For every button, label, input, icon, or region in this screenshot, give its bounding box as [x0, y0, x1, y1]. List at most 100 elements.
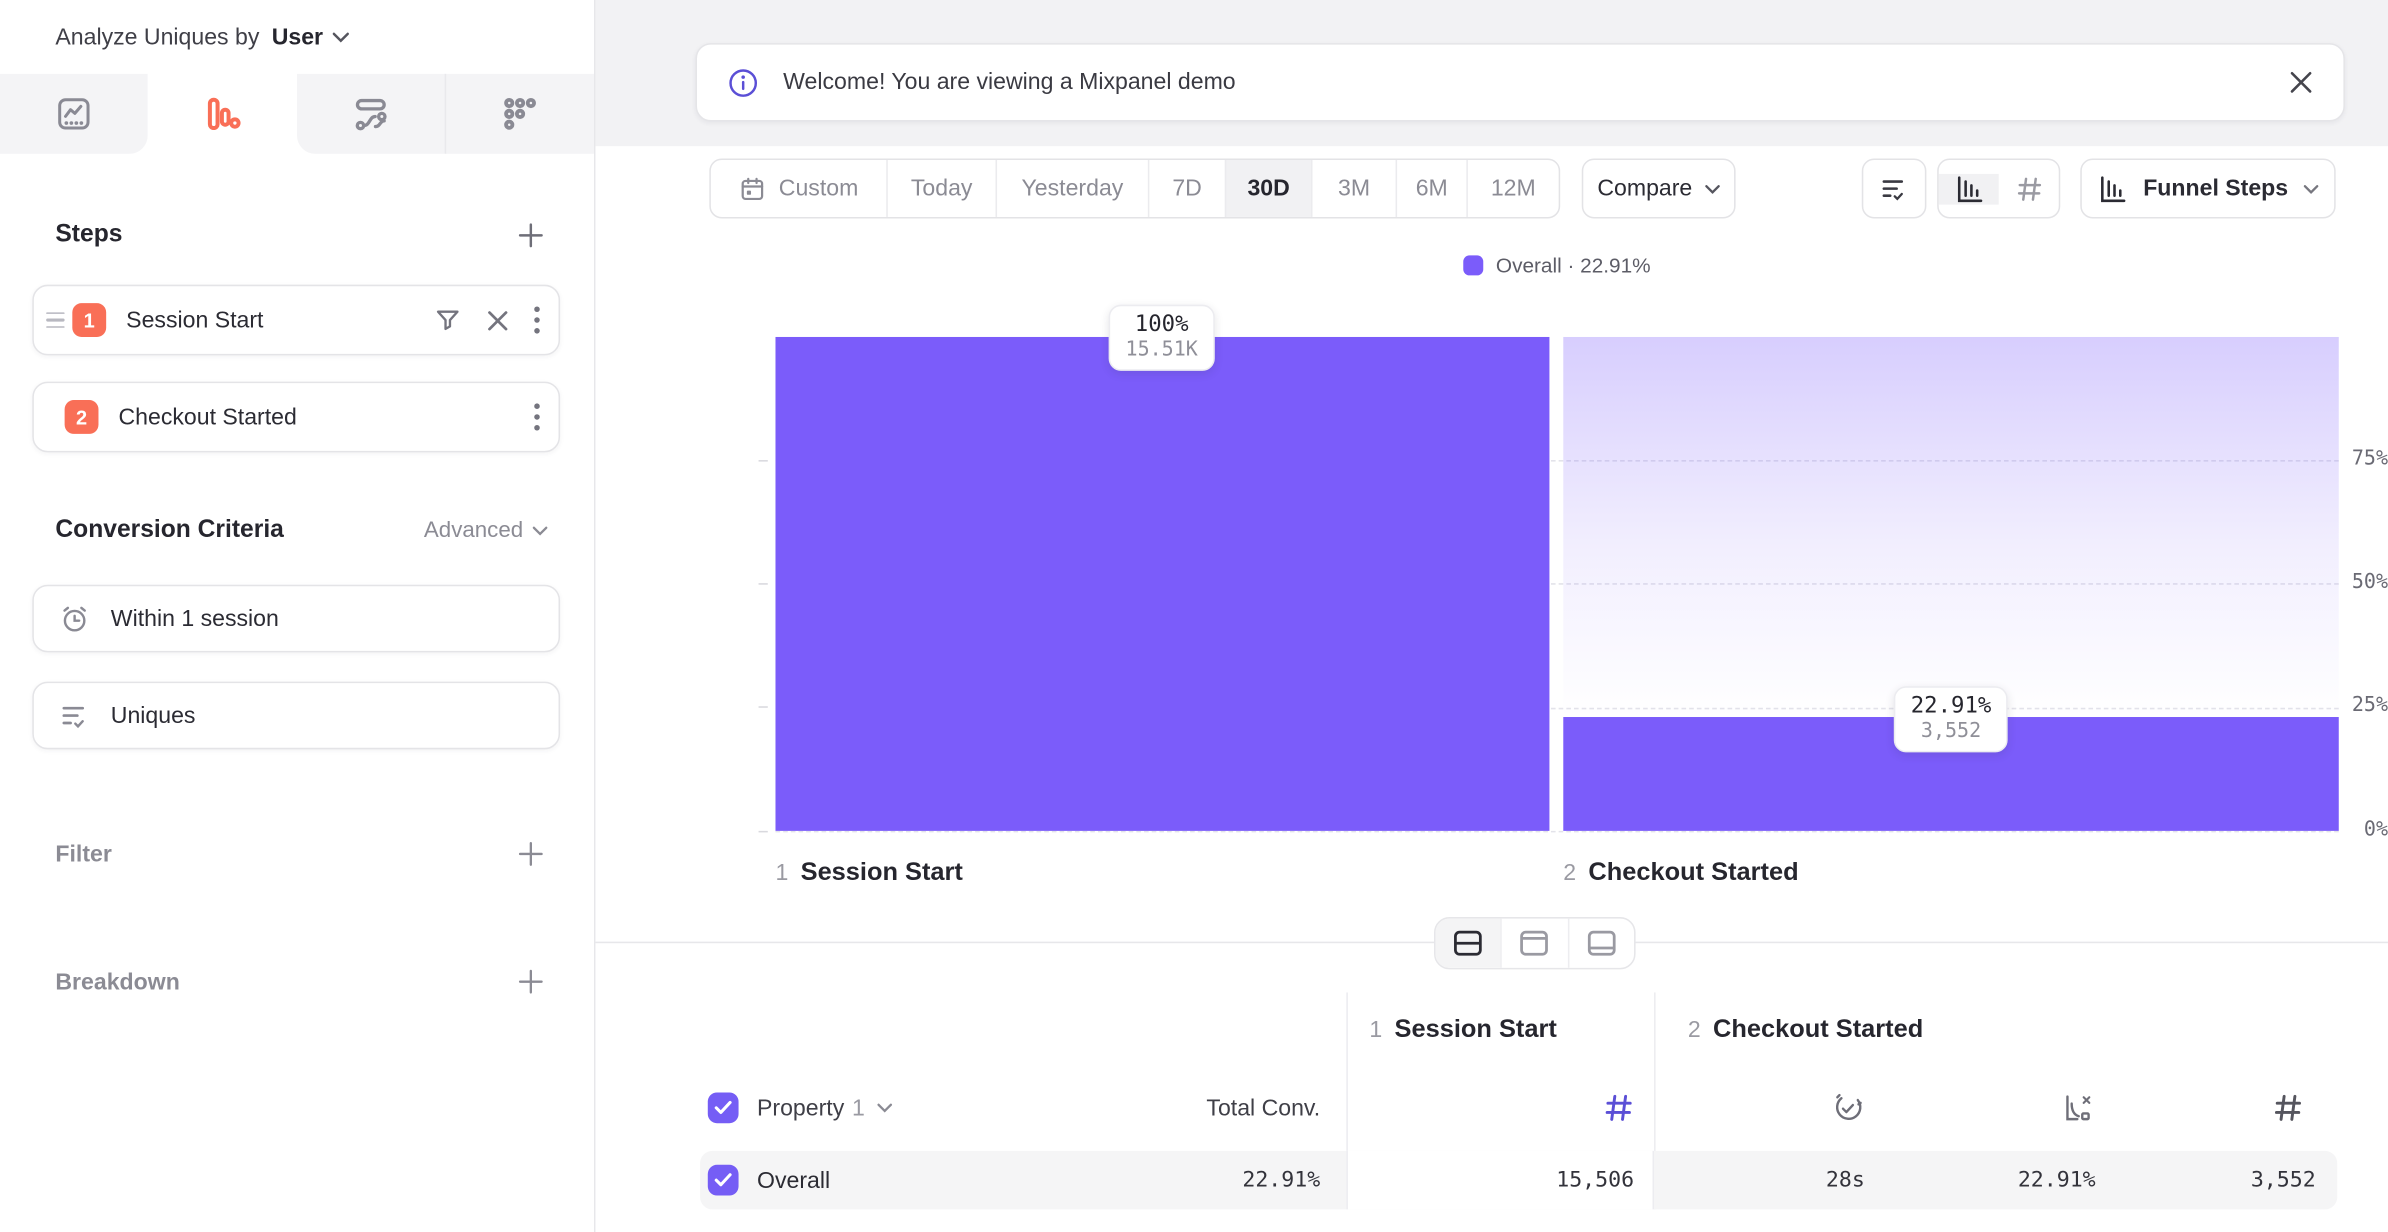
funnel-chart: 100% 15.51K 22.91% 3,552: [775, 337, 2338, 831]
chart-type-dropdown[interactable]: Funnel Steps: [2080, 158, 2335, 218]
step-filter-button[interactable]: [434, 306, 462, 334]
chart-legend[interactable]: Overall · 22.91%: [775, 254, 2338, 277]
step-name: Checkout Started: [1588, 859, 1798, 888]
list-check-icon: [1879, 173, 1910, 204]
step-number-badge: 1: [72, 303, 106, 337]
funnel-bar-step-1[interactable]: [775, 337, 1549, 831]
property-header: Property 1: [708, 1077, 893, 1139]
step-options-kebab-icon[interactable]: [534, 403, 540, 431]
chevron-down-icon[interactable]: [877, 1103, 892, 1112]
split-view-toggle[interactable]: [1436, 919, 1501, 968]
property-label[interactable]: Property: [757, 1095, 844, 1121]
conversion-window-setting[interactable]: Within 1 session: [32, 585, 560, 653]
date-range-yesterday[interactable]: Yesterday: [996, 160, 1148, 217]
step2-time-header[interactable]: [1780, 1077, 1865, 1139]
select-all-checkbox[interactable]: [708, 1092, 739, 1123]
gridline-0: [775, 831, 2338, 833]
date-range-label: Yesterday: [1022, 175, 1124, 201]
advanced-label: Advanced: [424, 519, 523, 544]
analyze-label: Analyze Uniques by: [55, 24, 259, 50]
conversion-criteria-header: Conversion Criteria Advanced: [55, 517, 547, 545]
x-label-step-1: 1 Session Start: [775, 859, 962, 888]
table-group-step-2: 2 Checkout Started: [1688, 1016, 1923, 1045]
funnel-bar-step-2[interactable]: [1563, 337, 2338, 831]
conversion-criteria-title: Conversion Criteria: [55, 517, 283, 545]
step-row-1[interactable]: 1 Session Start: [32, 285, 560, 356]
step2-count-header[interactable]: [2219, 1077, 2304, 1139]
date-range-30d[interactable]: 30D: [1225, 160, 1311, 217]
row-checkbox[interactable]: [708, 1165, 739, 1196]
tab-retention[interactable]: [444, 74, 594, 154]
table-group-step-1: 1 Session Start: [1369, 1016, 1556, 1045]
date-range-7d[interactable]: 7D: [1148, 160, 1225, 217]
chart-only-view-toggle[interactable]: [1501, 919, 1568, 968]
step2-count-value: 3,552: [2251, 1168, 2316, 1193]
total-conv-cell: 22.91%: [1103, 1151, 1320, 1209]
add-step-button[interactable]: [514, 218, 548, 252]
chevron-down-icon: [2304, 184, 2319, 193]
step-2-count: 3,552: [1911, 721, 1992, 744]
step-options-kebab-icon[interactable]: [534, 306, 540, 334]
step1-count-value: 15,506: [1556, 1168, 1634, 1193]
group-label: Checkout Started: [1713, 1016, 1923, 1045]
split-view-icon: [1453, 929, 1484, 957]
counting-method-setting[interactable]: Uniques: [32, 682, 560, 750]
step-2-pct: 22.91%: [1911, 695, 1992, 720]
hash-icon-purple: [1603, 1092, 1634, 1123]
step-name: Session Start: [801, 859, 963, 888]
add-breakdown-button[interactable]: [514, 965, 548, 999]
sidebar-body: Steps 1 Session Start: [0, 154, 594, 1232]
chart-type-label: Funnel Steps: [2143, 175, 2288, 201]
total-conv-header[interactable]: Total Conv.: [1103, 1077, 1320, 1139]
hash-icon: [2015, 175, 2043, 203]
add-filter-button[interactable]: [514, 837, 548, 871]
absolute-numbers-toggle[interactable]: [1999, 175, 2059, 203]
tab-flows[interactable]: [296, 74, 444, 154]
percent-bars-toggle[interactable]: [1939, 173, 1999, 204]
advanced-dropdown[interactable]: Advanced: [424, 519, 548, 544]
step1-count-header[interactable]: [1519, 1077, 1634, 1139]
filter-section-header: Filter: [55, 837, 547, 871]
table-only-view-toggle[interactable]: [1567, 919, 1634, 968]
calendar-icon: [739, 175, 767, 203]
chevron-down-icon: [1705, 184, 1720, 193]
retention-icon: [500, 94, 540, 134]
banner-close-button[interactable]: [2290, 71, 2313, 94]
panel-layout-toggle: [1434, 917, 1636, 969]
date-range-12m[interactable]: 12M: [1466, 160, 1558, 217]
info-icon: [728, 67, 759, 98]
x-label-step-2: 2 Checkout Started: [1563, 859, 1798, 888]
analyze-entity-value: User: [272, 24, 323, 50]
date-range-today[interactable]: Today: [886, 160, 995, 217]
date-range-custom[interactable]: Custom: [711, 160, 886, 217]
date-range-label: Today: [911, 175, 973, 201]
step-number: 1: [775, 860, 788, 886]
filter-title: Filter: [55, 841, 111, 867]
tab-insights[interactable]: [0, 74, 148, 154]
step-2-value-tooltip: 22.91% 3,552: [1894, 687, 2008, 753]
breakdown-section-header: Breakdown: [55, 965, 547, 999]
counting-method-label: Uniques: [111, 702, 196, 728]
date-range-label: 7D: [1172, 175, 1202, 201]
step-event-name[interactable]: Session Start: [126, 307, 434, 333]
top-panel-icon: [1519, 929, 1550, 957]
funnels-icon: [202, 94, 242, 134]
analyze-entity-dropdown[interactable]: User: [272, 24, 349, 50]
date-range-3m[interactable]: 3M: [1311, 160, 1396, 217]
value-display-toggle: [1937, 158, 2060, 218]
report-main-area: Welcome! You are viewing a Mixpanel demo…: [595, 0, 2388, 1232]
step-remove-button[interactable]: [486, 309, 509, 332]
legend-label: Overall · 22.91%: [1496, 254, 1651, 277]
compare-button[interactable]: Compare: [1582, 158, 1736, 218]
drag-handle-icon[interactable]: [46, 312, 64, 328]
tab-funnels[interactable]: [148, 74, 296, 154]
step-event-name[interactable]: Checkout Started: [118, 404, 533, 430]
breakdown-title: Breakdown: [55, 969, 179, 995]
report-type-tabs: [0, 74, 594, 154]
date-range-6m[interactable]: 6M: [1396, 160, 1467, 217]
metric-uniques-button[interactable]: [1862, 158, 1927, 218]
step2-time-cell: 28s: [1734, 1151, 1865, 1209]
total-conv-label: Total Conv.: [1206, 1095, 1320, 1121]
step2-rate-header[interactable]: [2011, 1077, 2096, 1139]
step-row-2[interactable]: 2 Checkout Started: [32, 382, 560, 453]
